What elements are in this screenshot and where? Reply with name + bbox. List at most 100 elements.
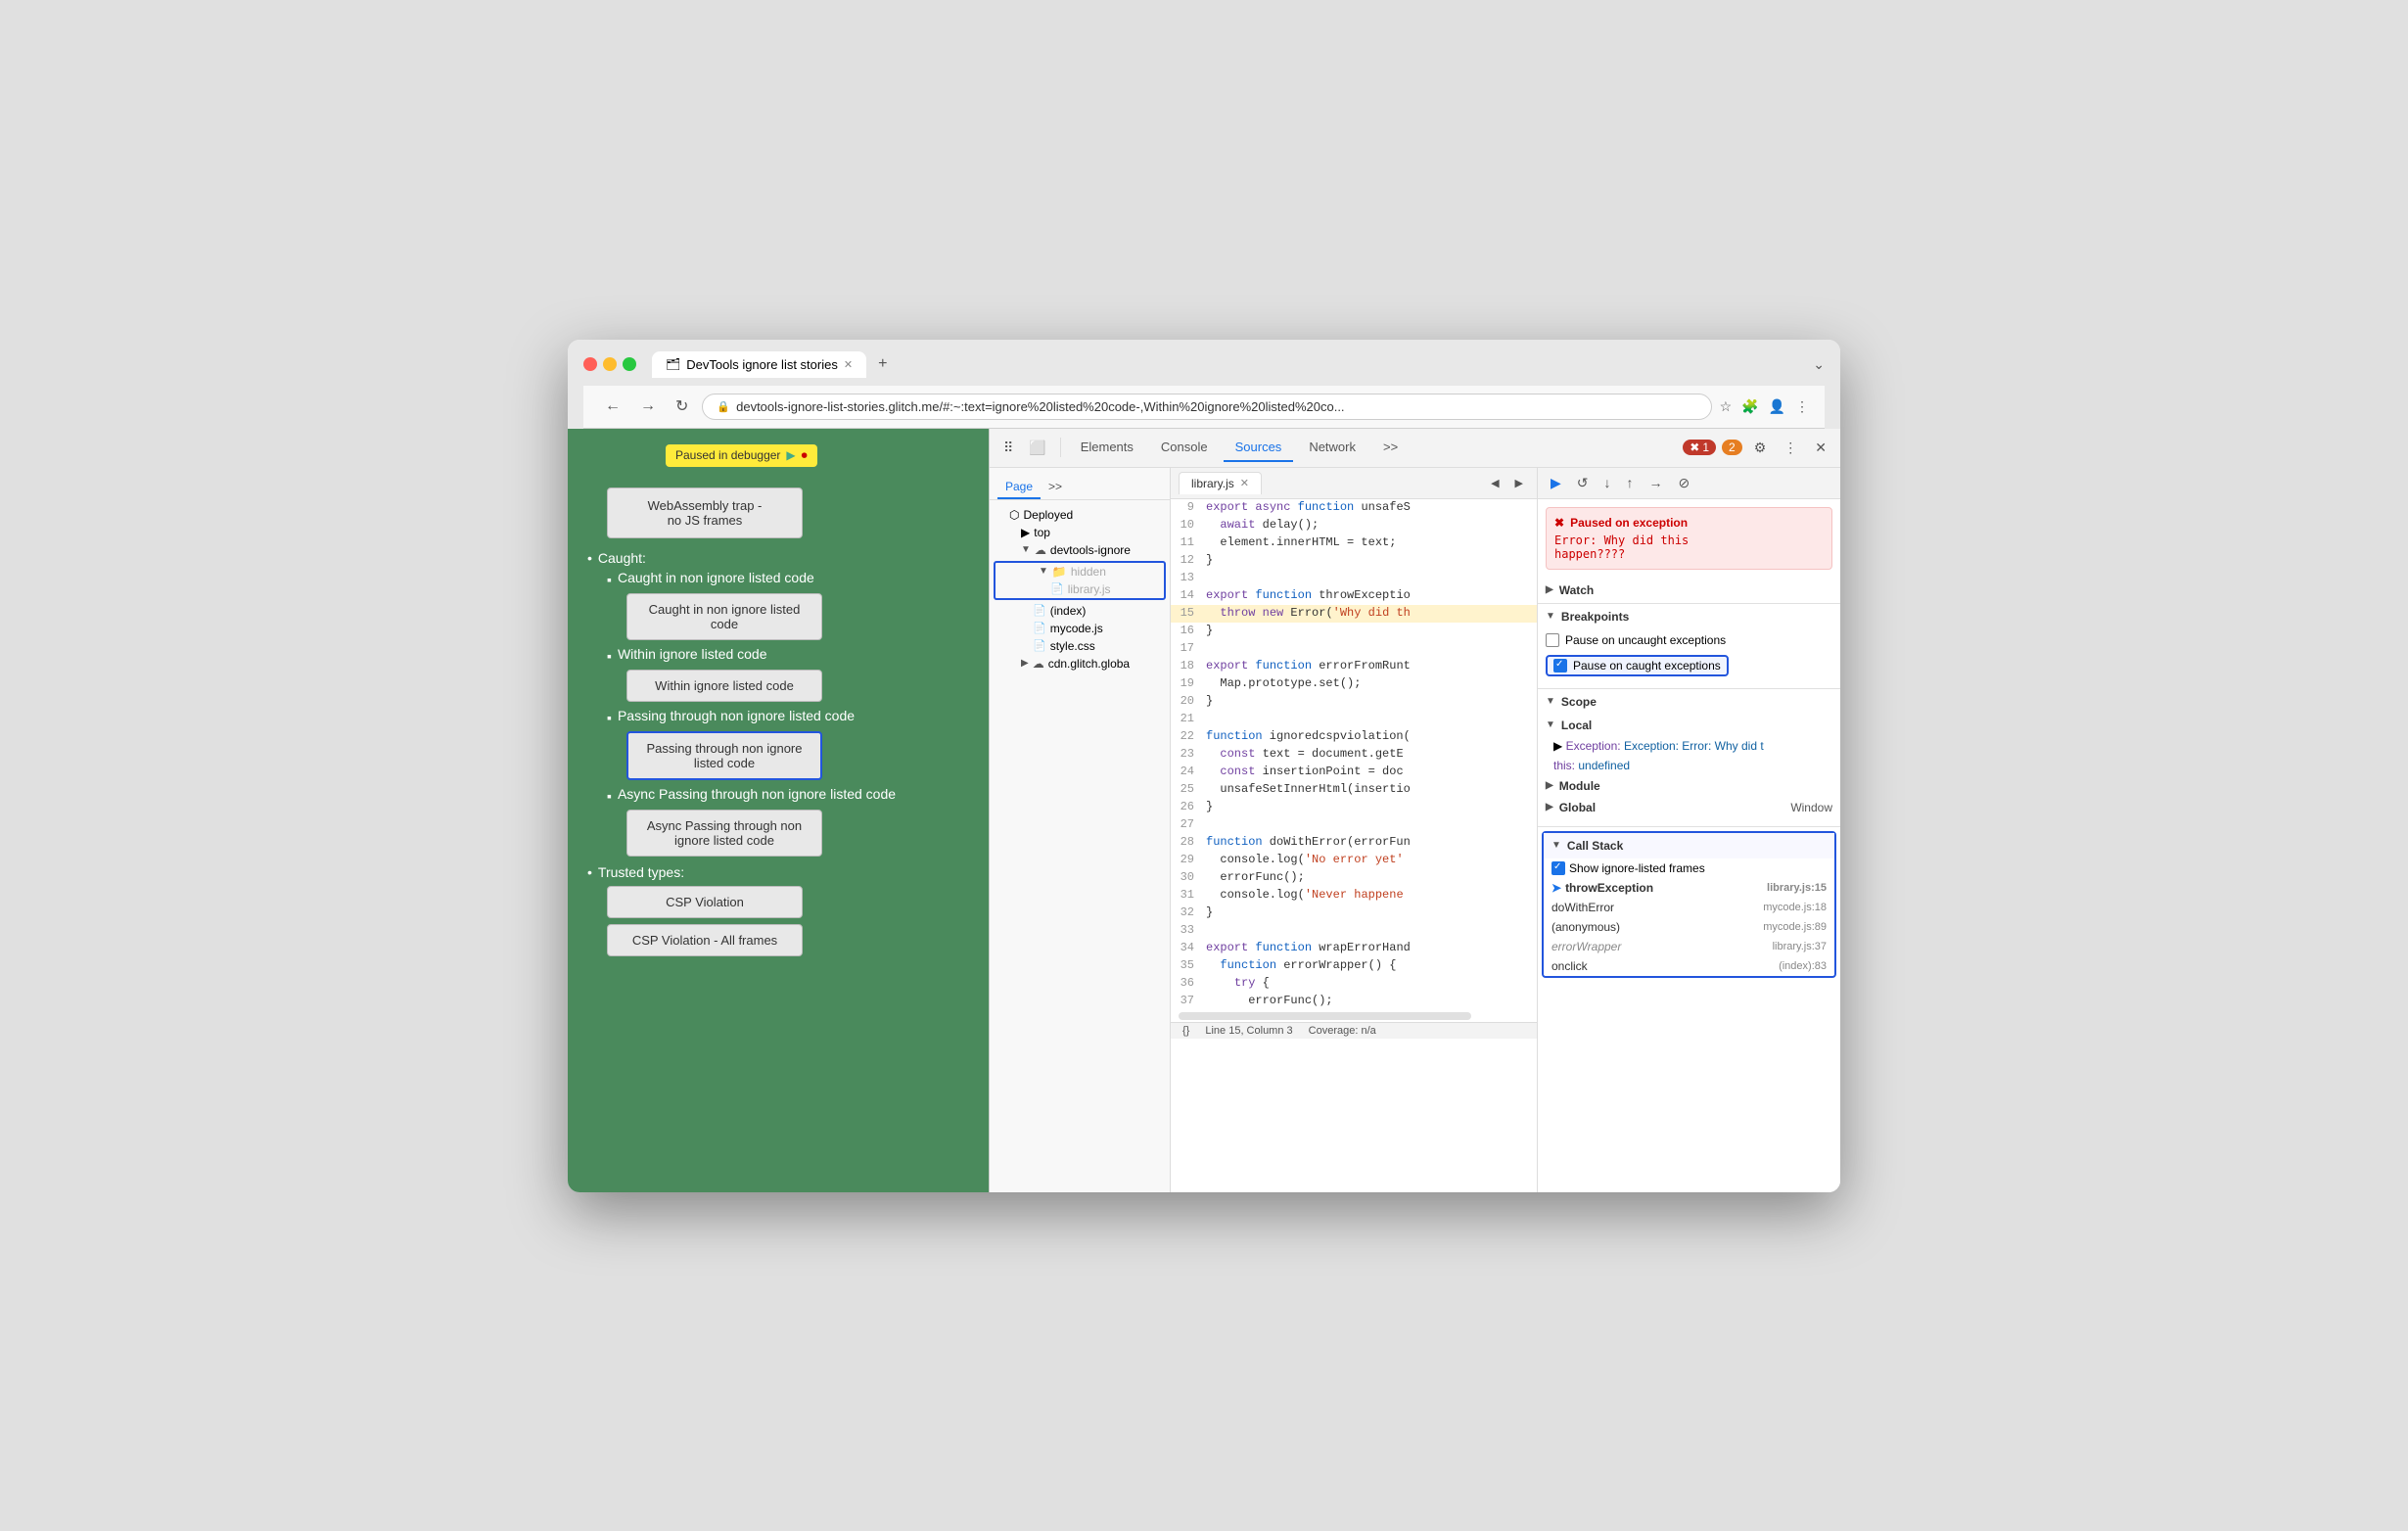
- file-tree-deployed[interactable]: ⬡ Deployed: [990, 506, 1170, 524]
- file-tree-cdn-folder[interactable]: ▶ ☁ cdn.glitch.globa: [990, 655, 1170, 673]
- scope-global-header[interactable]: ▶ Global Window: [1546, 797, 1832, 818]
- watch-triangle: ▶: [1546, 584, 1553, 595]
- settings-button[interactable]: ⚙: [1748, 436, 1773, 460]
- cs-frame-4[interactable]: onclick (index):83: [1544, 956, 1834, 976]
- tab-network[interactable]: Network: [1297, 434, 1367, 462]
- ft-tab-page[interactable]: Page: [997, 476, 1041, 499]
- trusted-types-bullet: [587, 864, 592, 880]
- browser-window: 🗂 DevTools ignore list stories ✕ + ⌄ ← →…: [568, 340, 1840, 1192]
- url-bar[interactable]: 🔒 devtools-ignore-list-stories.glitch.me…: [702, 394, 1711, 420]
- scope-exception-arrow: ▶: [1553, 739, 1566, 753]
- editor-tab-close[interactable]: ✕: [1240, 477, 1249, 489]
- cs-frame-1-loc: mycode.js:18: [1763, 902, 1827, 913]
- step-into-button[interactable]: ↓: [1599, 472, 1616, 493]
- scope-section-header[interactable]: ▼ Scope: [1538, 689, 1840, 715]
- file-tree-hidden-folder[interactable]: ▼ 📁 hidden: [996, 563, 1164, 580]
- back-button[interactable]: ←: [599, 395, 626, 417]
- reload-button[interactable]: ↻: [670, 394, 694, 418]
- async-passing-button[interactable]: Async Passing through non ignore listed …: [626, 810, 822, 857]
- user-icon[interactable]: 👤: [1769, 398, 1785, 415]
- minimize-window-button[interactable]: [603, 357, 617, 371]
- cs-frame-3[interactable]: errorWrapper library.js:37: [1544, 937, 1834, 956]
- editor-nav-prev[interactable]: ◀: [1485, 473, 1505, 493]
- close-window-button[interactable]: [583, 357, 597, 371]
- step-out-button[interactable]: ↑: [1622, 472, 1639, 493]
- error-icon: ✖: [1690, 441, 1699, 454]
- tab-console[interactable]: Console: [1149, 434, 1220, 462]
- csp-violation-button[interactable]: CSP Violation: [607, 886, 803, 918]
- forward-button[interactable]: →: [634, 395, 662, 417]
- code-line: 26 }: [1171, 799, 1537, 816]
- cdn-folder-arrow: ▶: [1021, 658, 1029, 669]
- devtools-toolbar: ⠿ ⬜ Elements Console Sources Network >> …: [990, 429, 1840, 468]
- caught-section: Caught: Caught in non ignore listed code…: [587, 550, 969, 857]
- scope-exception-value: Exception: Error: Why did t: [1624, 739, 1764, 753]
- csp-violation-all-frames-button[interactable]: CSP Violation - All frames: [607, 924, 803, 956]
- more-options-button[interactable]: ⋮: [1778, 436, 1803, 460]
- editor-tab-library[interactable]: library.js ✕: [1179, 472, 1262, 494]
- maximize-window-button[interactable]: [623, 357, 636, 371]
- editor-nav-next[interactable]: ▶: [1509, 473, 1529, 493]
- extensions-icon[interactable]: 🧩: [1741, 398, 1758, 415]
- file-tree-style[interactable]: 📄 style.css: [990, 637, 1170, 655]
- local-label: Local: [1561, 719, 1592, 732]
- horizontal-scrollbar[interactable]: [1179, 1012, 1471, 1020]
- cs-frame-1[interactable]: doWithError mycode.js:18: [1544, 898, 1834, 917]
- pause-uncaught-checkbox[interactable]: [1546, 633, 1559, 647]
- file-tree-top[interactable]: ▶ top: [990, 524, 1170, 541]
- cs-frame-0[interactable]: ➤ throwException library.js:15: [1544, 878, 1834, 898]
- file-tree-devtools-folder[interactable]: ▼ ☁ devtools-ignore: [990, 541, 1170, 559]
- tab-favicon: 🗂: [666, 357, 680, 371]
- record-icon: ⏺: [802, 448, 808, 463]
- active-browser-tab[interactable]: 🗂 DevTools ignore list stories ✕: [652, 351, 866, 378]
- scope-this-value: undefined: [1578, 759, 1630, 772]
- deactivate-breakpoints-button[interactable]: ⊘: [1674, 472, 1695, 494]
- pause-caught-checkbox[interactable]: [1553, 659, 1567, 673]
- call-stack-header[interactable]: ▼ Call Stack: [1544, 833, 1834, 858]
- step-button[interactable]: →: [1644, 472, 1668, 493]
- tab-more[interactable]: >>: [1371, 434, 1410, 462]
- new-tab-button[interactable]: +: [870, 351, 895, 377]
- file-tree-mycode[interactable]: 📄 mycode.js: [990, 620, 1170, 637]
- device-toolbar-button[interactable]: ⬜: [1023, 436, 1051, 460]
- line-col-label: Line 15, Column 3: [1205, 1025, 1292, 1037]
- ft-tab-more[interactable]: >>: [1041, 476, 1070, 499]
- tab-close-button[interactable]: ✕: [844, 358, 853, 371]
- scope-local-header[interactable]: ▼ Local: [1546, 715, 1832, 736]
- within-ignore-button[interactable]: Within ignore listed code: [626, 670, 822, 702]
- breakpoints-section-header[interactable]: ▼ Breakpoints: [1538, 604, 1840, 629]
- error-count: 1: [1702, 441, 1709, 454]
- main-content: Paused in debugger ▶ ⏺ WebAssembly trap …: [568, 429, 1840, 1192]
- cs-frame-2[interactable]: (anonymous) mycode.js:89: [1544, 917, 1834, 937]
- error-badge: ✖ 1: [1683, 440, 1716, 455]
- cs-frame-0-arrow: ➤: [1551, 881, 1561, 895]
- scope-triangle: ▼: [1546, 696, 1555, 707]
- tab-sources[interactable]: Sources: [1224, 434, 1294, 462]
- bookmark-icon[interactable]: ☆: [1720, 398, 1733, 415]
- resume-button[interactable]: ▶: [1546, 472, 1566, 494]
- code-line: 33: [1171, 922, 1537, 940]
- passing-through-button[interactable]: Passing through non ignore listed code: [626, 731, 822, 780]
- cdn-cloud-icon: ☁: [1033, 657, 1044, 671]
- local-triangle: ▼: [1546, 719, 1555, 730]
- watch-section: ▶ Watch: [1538, 578, 1840, 604]
- close-devtools-button[interactable]: ✕: [1809, 436, 1832, 460]
- watch-section-header[interactable]: ▶ Watch: [1538, 578, 1840, 603]
- menu-icon[interactable]: ⋮: [1795, 398, 1809, 415]
- tab-elements[interactable]: Elements: [1069, 434, 1145, 462]
- file-tree-library[interactable]: 📄 library.js: [996, 580, 1164, 598]
- tab-overflow-button[interactable]: ⌄: [1813, 356, 1825, 373]
- scope-module-header[interactable]: ▶ Module: [1546, 775, 1832, 797]
- caught-non-ignore-button[interactable]: Caught in non ignore listed code: [626, 593, 822, 640]
- code-line: 22 function ignoredcspviolation(: [1171, 728, 1537, 746]
- show-ignore-checkbox[interactable]: [1551, 861, 1565, 875]
- library-file-label: library.js: [1068, 582, 1111, 596]
- step-over-button[interactable]: ↺: [1572, 472, 1594, 494]
- file-tree-index[interactable]: 📄 (index): [990, 602, 1170, 620]
- scope-this-key: this:: [1553, 759, 1575, 772]
- caught-label: Caught:: [598, 550, 646, 566]
- editor-nav-icons: ◀ ▶: [1485, 473, 1529, 493]
- inspect-element-button[interactable]: ⠿: [997, 436, 1019, 460]
- address-bar-icons: ☆ 🧩 👤 ⋮: [1720, 398, 1809, 415]
- debug-controls: ▶ ↺ ↓ ↑ → ⊘: [1538, 468, 1840, 499]
